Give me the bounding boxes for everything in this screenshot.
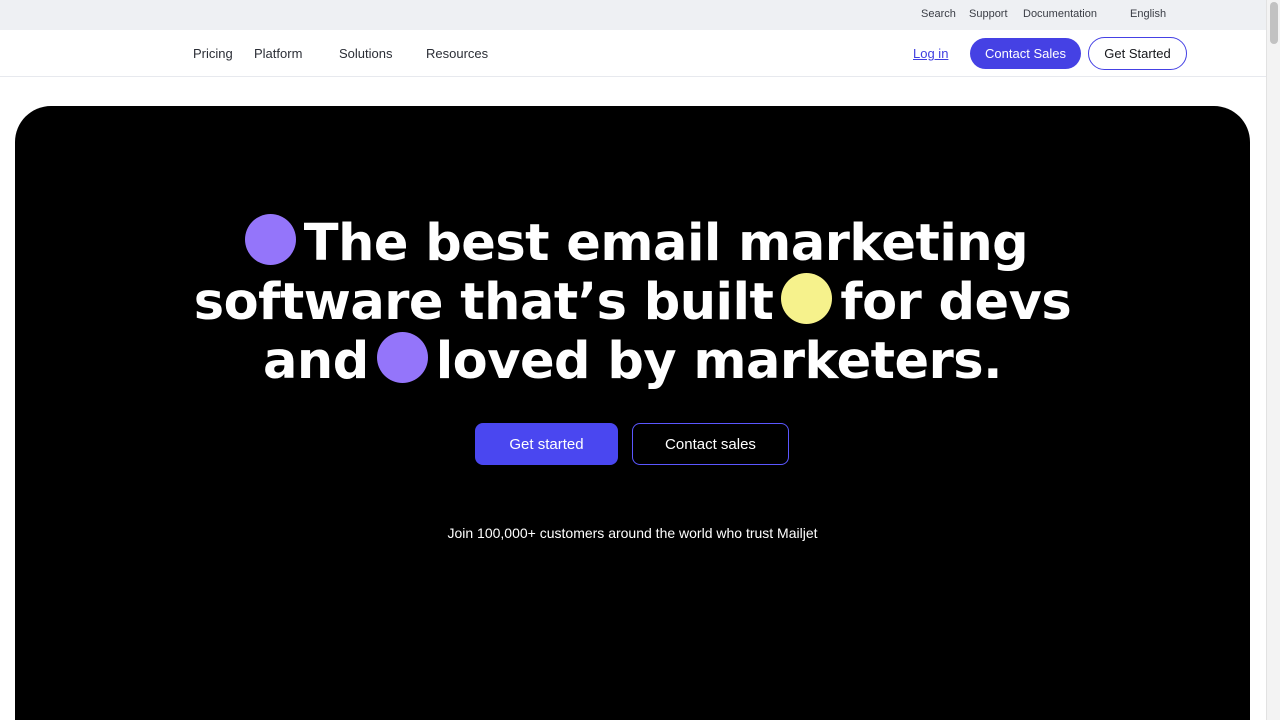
documentation-link[interactable]: Documentation [1023, 8, 1097, 20]
hero-contact-sales-button[interactable]: Contact sales [632, 423, 789, 465]
headline-text-2: software that’s built [193, 273, 774, 332]
purple-dot-icon [376, 332, 428, 383]
hero-headline: The best email marketing software that’s… [15, 214, 1250, 391]
nav-item-platform[interactable]: Platform [254, 46, 302, 61]
utility-bar: Search Support Documentation English [0, 0, 1266, 30]
yellow-dot-icon [781, 273, 833, 324]
headline-text-5: loved by marketers. [435, 332, 1003, 391]
contact-sales-button[interactable]: Contact Sales [970, 38, 1081, 69]
hero-get-started-button[interactable]: Get started [475, 423, 618, 465]
nav-item-pricing[interactable]: Pricing [193, 46, 233, 61]
scrollbar-thumb[interactable] [1270, 2, 1278, 44]
page: Search Support Documentation English Pri… [0, 0, 1280, 720]
search-link[interactable]: Search [921, 8, 956, 20]
nav-item-resources[interactable]: Resources [426, 46, 488, 61]
headline-text-1: The best email marketing [303, 214, 1029, 273]
scrollbar[interactable] [1266, 0, 1280, 720]
support-link[interactable]: Support [969, 8, 1008, 20]
purple-dot-icon [244, 214, 296, 265]
headline-text-4: and [262, 332, 369, 391]
get-started-nav-button[interactable]: Get Started [1088, 37, 1187, 70]
language-selector[interactable]: English [1130, 8, 1166, 20]
login-link[interactable]: Log in [913, 46, 948, 61]
main-nav: Pricing Platform Solutions Resources Log… [0, 30, 1266, 77]
hero-tagline: Join 100,000+ customers around the world… [447, 525, 818, 541]
hero-section: The best email marketing software that’s… [15, 106, 1250, 720]
nav-item-solutions[interactable]: Solutions [339, 46, 392, 61]
headline-line-2: software that’s built for devs [15, 273, 1250, 332]
headline-text-3: for devs [840, 273, 1072, 332]
headline-line-3: and loved by marketers. [15, 332, 1250, 391]
headline-line-1: The best email marketing [15, 214, 1250, 273]
